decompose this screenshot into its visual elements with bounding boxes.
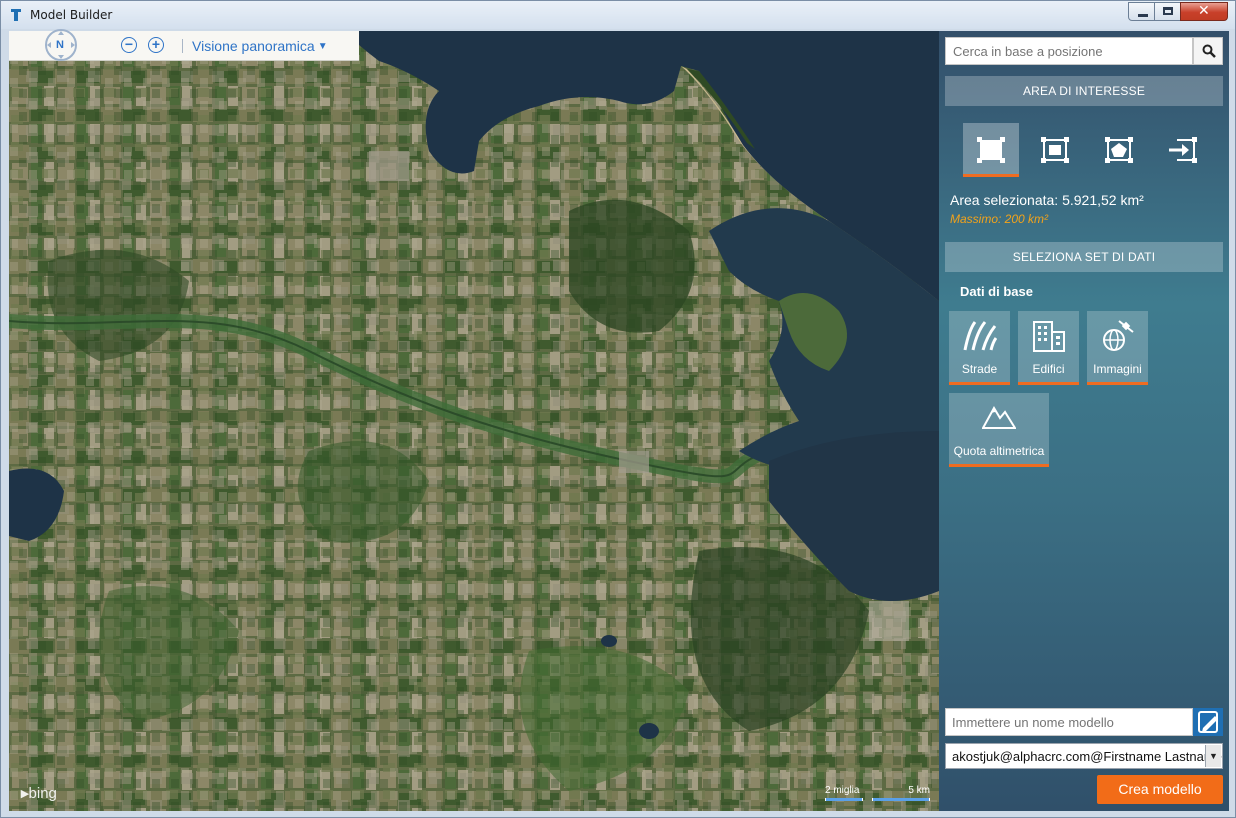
map-imagery: [9, 31, 939, 811]
dataset-imagery-label: Immagini: [1093, 362, 1142, 376]
dataset-buildings-label: Edifici: [1032, 362, 1065, 376]
bing-label: bing: [28, 785, 57, 802]
window-title: Model Builder: [30, 8, 113, 22]
mountain-icon: [982, 405, 1016, 429]
close-icon: ✕: [1198, 3, 1210, 19]
inset-rectangle-button[interactable]: [1027, 123, 1083, 177]
rectangle-select-button[interactable]: [963, 123, 1019, 177]
rectangle-select-icon: [977, 137, 1005, 163]
dataset-elevation-label: Quota altimetrica: [953, 444, 1045, 458]
model-name-input[interactable]: [945, 708, 1193, 736]
account-value: akostjuk@alphacrc.com@Firstname Lastname: [952, 749, 1222, 764]
base-data-title: Dati di base: [960, 284, 1033, 299]
import-area-icon: [1169, 137, 1197, 163]
minimize-button[interactable]: [1128, 2, 1155, 21]
scale-miles: 2 miglia: [825, 785, 863, 801]
search-icon: [1202, 44, 1216, 58]
dataset-header: SELEZIONA SET DI DATI: [945, 242, 1223, 272]
inset-rectangle-icon: [1041, 137, 1069, 163]
compass-north-label: N: [56, 39, 64, 51]
toolbar-divider: [182, 39, 183, 53]
bing-logo: ▸bing: [21, 784, 57, 802]
dataset-elevation-button[interactable]: Quota altimetrica: [949, 393, 1049, 467]
buildings-icon: [1032, 321, 1065, 352]
view-mode-dropdown[interactable]: Visione panoramica ▼: [192, 38, 328, 54]
polygon-select-button[interactable]: [1091, 123, 1147, 177]
dropdown-arrow-icon[interactable]: ▼: [1205, 745, 1221, 767]
import-area-button[interactable]: [1155, 123, 1211, 177]
app-logo-icon: [11, 9, 21, 21]
dataset-buildings-button[interactable]: Edifici: [1018, 311, 1079, 385]
satellite-map[interactable]: [9, 31, 939, 811]
dataset-roads-label: Strade: [961, 362, 998, 376]
zoom-in-button[interactable]: +: [148, 37, 164, 53]
selected-area-text: Area selezionata: 5.921,52 km²: [950, 192, 1144, 208]
minimize-icon: [1138, 14, 1148, 17]
polygon-select-icon: [1105, 137, 1133, 163]
view-mode-label: Visione panoramica: [192, 38, 315, 54]
zoom-out-button[interactable]: −: [121, 37, 137, 53]
max-area-warning: Massimo: 200 km²: [950, 212, 1049, 226]
satellite-globe-icon: [1102, 320, 1134, 351]
dataset-imagery-button[interactable]: Immagini: [1087, 311, 1148, 385]
scale-miles-label: 2 miglia: [825, 785, 860, 796]
search-button[interactable]: [1193, 37, 1223, 65]
app-window: Model Builder ✕ N − + Visione panoramica…: [0, 0, 1236, 818]
title-bar[interactable]: Model Builder ✕: [1, 1, 1235, 29]
map-toolbar: N − + Visione panoramica ▼: [9, 29, 359, 61]
create-model-button[interactable]: Crea modello: [1097, 775, 1223, 804]
close-button[interactable]: ✕: [1180, 2, 1228, 21]
maximize-icon: [1163, 7, 1173, 15]
roads-icon: [963, 321, 997, 351]
model-settings-button[interactable]: [1193, 708, 1223, 736]
bing-b-icon: ▸: [21, 785, 29, 802]
account-select[interactable]: akostjuk@alphacrc.com@Firstname Lastname…: [945, 743, 1223, 769]
scale-km-label: 5 km: [908, 785, 930, 796]
aoi-header: AREA DI INTERESSE: [945, 76, 1223, 106]
scale-miles-bar: [825, 798, 863, 801]
dataset-roads-button[interactable]: Strade: [949, 311, 1010, 385]
scale-km-bar: [872, 798, 930, 801]
edit-model-icon: [1198, 711, 1218, 733]
search-input[interactable]: [945, 37, 1193, 65]
maximize-button[interactable]: [1154, 2, 1181, 21]
chevron-down-icon: ▼: [317, 41, 328, 52]
side-panel: AREA DI INTERESSE: [939, 31, 1229, 811]
